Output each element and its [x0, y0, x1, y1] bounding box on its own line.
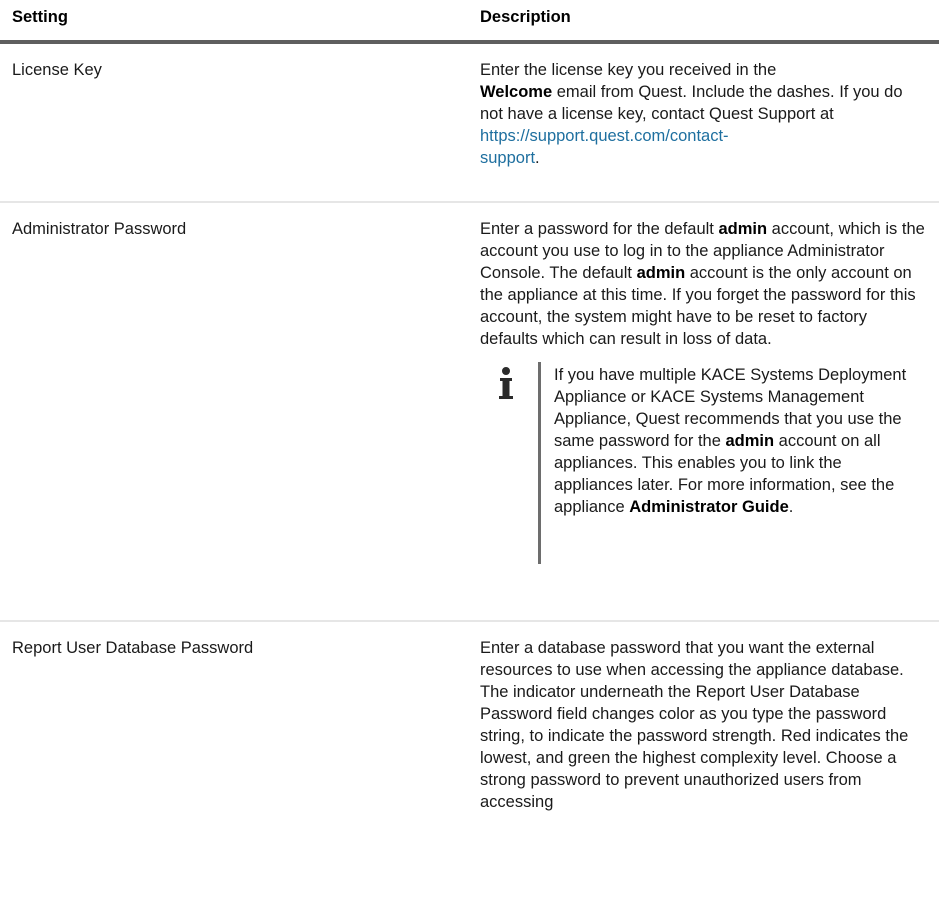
setting-description: Enter the license key you received in th…	[480, 44, 926, 169]
setting-name: Report User Database Password	[12, 639, 254, 657]
info-icon	[499, 367, 513, 399]
text-span: Enter the license key you received in th…	[480, 61, 777, 79]
column-header-setting: Setting	[12, 8, 68, 26]
info-note: If you have multiple KACE Systems Deploy…	[480, 362, 926, 572]
setting-name: License Key	[12, 61, 102, 79]
setting-description: Enter a password for the default admin a…	[480, 203, 926, 572]
table-header-row: Setting Description	[0, 0, 939, 44]
column-header-description: Description	[480, 8, 571, 26]
note-divider	[538, 362, 541, 564]
link-text: support	[480, 149, 536, 167]
bold-admin: admin	[718, 220, 768, 238]
description-text: Enter the license key you received in th…	[480, 59, 926, 169]
description-text: Enter a password for the default admin a…	[480, 218, 926, 350]
table-row-report-user-database-password: Report User Database Password Enter a da…	[0, 622, 939, 922]
text-span: Enter a password for the default	[480, 220, 719, 238]
bold-administrator-guide: Administrator Guide	[629, 498, 789, 516]
support-link[interactable]: https://support.quest.com/contact-suppor…	[480, 127, 729, 167]
settings-table: Setting Description License Key Enter th…	[0, 0, 939, 922]
text-span: .	[535, 149, 540, 167]
description-text: Enter a database password that you want …	[480, 639, 909, 811]
setting-description: Enter a database password that you want …	[480, 622, 926, 813]
setting-name: Administrator Password	[12, 220, 187, 238]
bold-admin: admin	[725, 432, 775, 450]
bold-admin: admin	[636, 264, 686, 282]
bold-welcome: Welcome	[480, 83, 553, 101]
link-text: https://support.quest.com/contact-	[480, 127, 729, 145]
note-text: If you have multiple KACE Systems Deploy…	[554, 364, 914, 518]
text-span: .	[788, 498, 794, 516]
table-row-administrator-password: Administrator Password Enter a password …	[0, 203, 939, 622]
table-row-license-key: License Key Enter the license key you re…	[0, 44, 939, 203]
